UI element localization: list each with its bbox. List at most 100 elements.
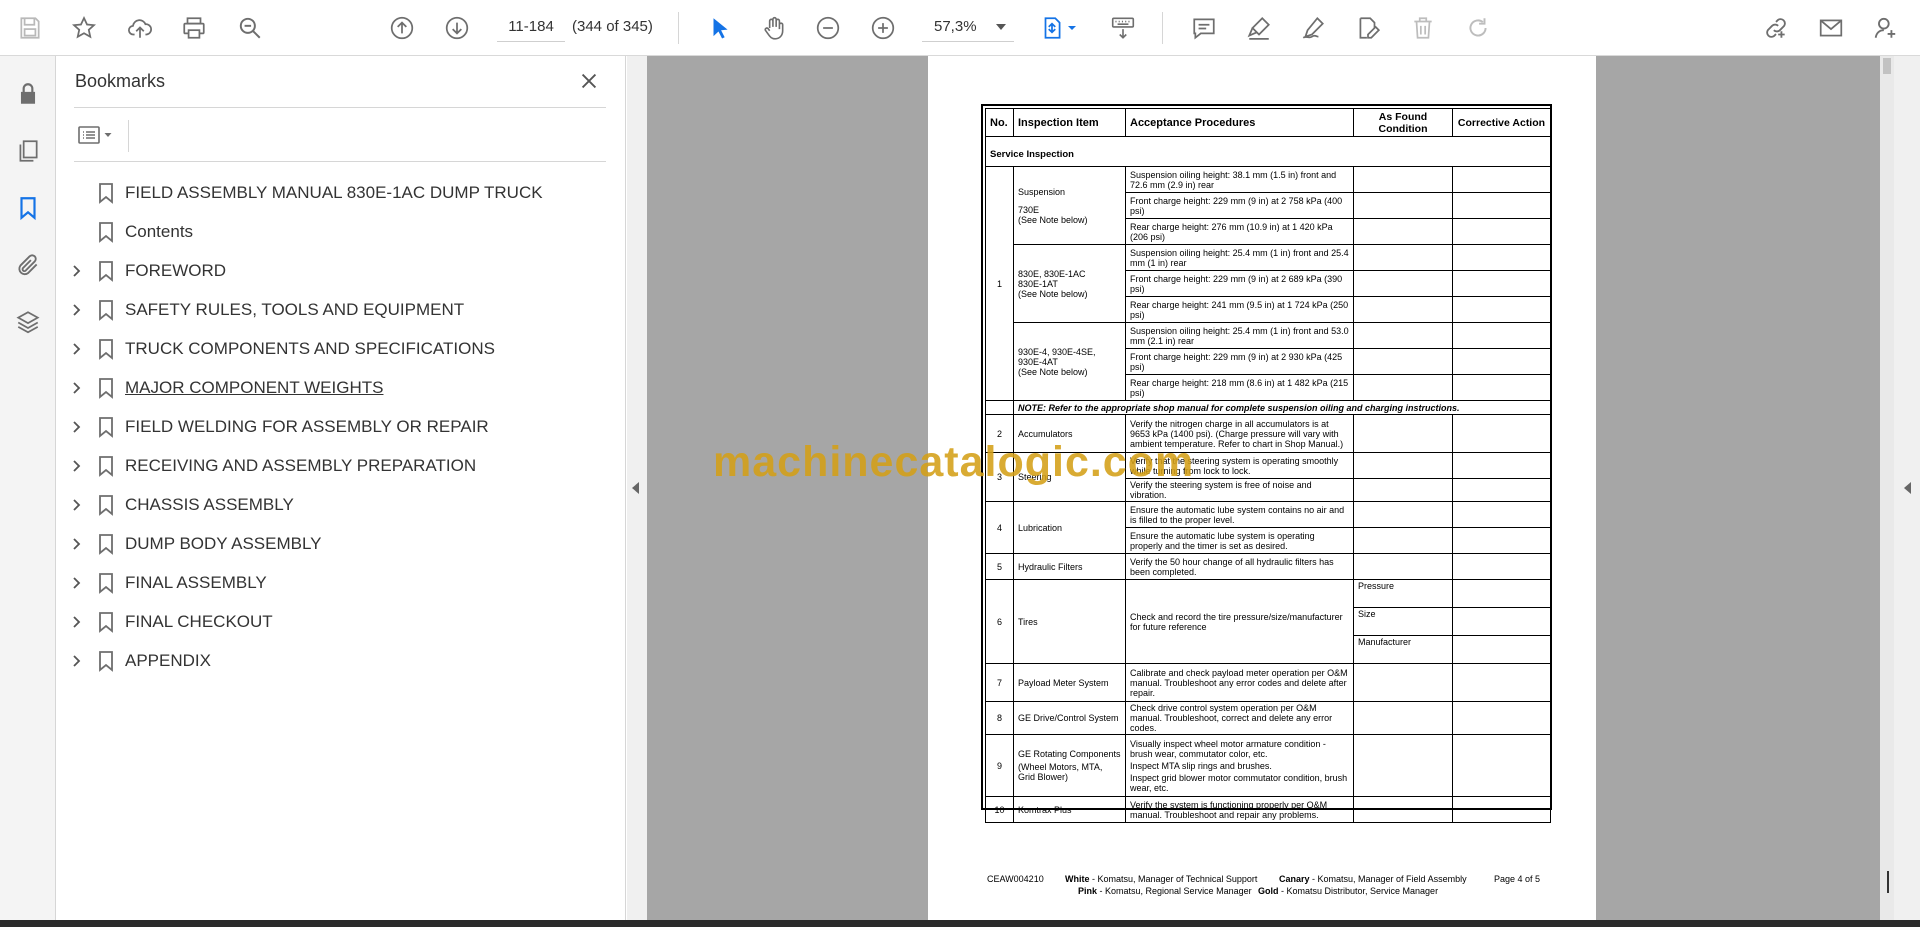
bookmark-item[interactable]: SAFETY RULES, TOOLS AND EQUIPMENT — [56, 295, 626, 325]
as-found-cell[interactable] — [1353, 701, 1453, 735]
chevron-right-icon[interactable] — [69, 537, 83, 551]
corrective-action-cell[interactable] — [1452, 701, 1551, 735]
keyboard-scroll-icon[interactable] — [1105, 10, 1141, 46]
as-found-cell[interactable] — [1353, 501, 1453, 528]
bookmark-item[interactable]: FIELD WELDING FOR ASSEMBLY OR REPAIR — [56, 412, 626, 442]
corrective-action-cell[interactable] — [1452, 192, 1551, 219]
bookmark-item[interactable]: MAJOR COMPONENT WEIGHTS — [56, 373, 626, 403]
tire-manufacturer-cell[interactable]: Manufacturer — [1353, 635, 1453, 664]
edit-text-icon[interactable] — [1350, 10, 1386, 46]
page-number-input[interactable] — [497, 12, 565, 42]
tire-pressure-cell[interactable]: Pressure — [1353, 579, 1453, 608]
corrective-action-cell[interactable] — [1452, 501, 1551, 528]
page-fit-chevron-icon[interactable] — [1064, 10, 1080, 46]
corrective-action-cell[interactable] — [1452, 296, 1551, 323]
as-found-cell[interactable] — [1353, 663, 1453, 702]
corrective-action-cell[interactable] — [1452, 218, 1551, 245]
corrective-action-cell[interactable] — [1452, 348, 1551, 375]
as-found-cell[interactable] — [1353, 244, 1453, 271]
chevron-right-icon[interactable] — [69, 576, 83, 590]
corrective-action-cell[interactable] — [1452, 478, 1551, 502]
bookmark-options-button[interactable] — [76, 120, 122, 150]
chevron-right-icon[interactable] — [69, 654, 83, 668]
corrective-action-cell[interactable] — [1452, 452, 1551, 479]
corrective-action-cell[interactable] — [1452, 734, 1551, 797]
bookmark-item[interactable]: CHASSIS ASSEMBLY — [56, 490, 626, 520]
chevron-right-icon[interactable] — [69, 615, 83, 629]
scrollbar-thumb[interactable] — [1883, 58, 1891, 74]
attachment-icon[interactable] — [10, 247, 46, 283]
bookmark-item[interactable]: Contents — [56, 217, 626, 247]
comment-icon[interactable] — [1186, 10, 1222, 46]
as-found-cell[interactable] — [1353, 348, 1453, 375]
bookmark-panel-icon[interactable] — [10, 190, 46, 226]
as-found-cell[interactable] — [1353, 218, 1453, 245]
as-found-cell[interactable] — [1353, 478, 1453, 502]
lock-icon[interactable] — [10, 76, 46, 112]
corrective-action-cell[interactable] — [1452, 270, 1551, 297]
zoom-out-icon[interactable] — [810, 10, 846, 46]
chevron-down-icon[interactable] — [996, 24, 1006, 30]
as-found-cell[interactable] — [1353, 527, 1453, 554]
bookmark-item[interactable]: FOREWORD — [56, 256, 626, 286]
vertical-scrollbar[interactable] — [1880, 56, 1894, 920]
corrective-action-cell[interactable] — [1452, 579, 1551, 608]
share-link-icon[interactable] — [1758, 10, 1794, 46]
close-icon[interactable] — [576, 68, 602, 94]
add-user-icon[interactable] — [1868, 10, 1904, 46]
left-panel-toggle[interactable] — [627, 56, 647, 920]
chevron-right-icon[interactable] — [69, 420, 83, 434]
as-found-cell[interactable] — [1353, 452, 1453, 479]
next-page-icon[interactable] — [439, 10, 475, 46]
corrective-action-cell[interactable] — [1452, 607, 1551, 636]
trash-icon[interactable] — [1405, 10, 1441, 46]
zoom-search-icon[interactable] — [232, 10, 268, 46]
print-icon[interactable] — [176, 10, 212, 46]
corrective-action-cell[interactable] — [1452, 374, 1551, 401]
redo-icon[interactable] — [1460, 10, 1496, 46]
email-icon[interactable] — [1813, 10, 1849, 46]
layers-icon[interactable] — [10, 304, 46, 340]
corrective-action-cell[interactable] — [1452, 322, 1551, 349]
bookmark-item[interactable]: FINAL ASSEMBLY — [56, 568, 626, 598]
as-found-cell[interactable] — [1353, 192, 1453, 219]
as-found-cell[interactable] — [1353, 553, 1453, 580]
zoom-in-icon[interactable] — [865, 10, 901, 46]
chevron-right-icon[interactable] — [69, 264, 83, 278]
corrective-action-cell[interactable] — [1452, 635, 1551, 664]
upload-cloud-icon[interactable] — [122, 10, 158, 46]
draw-pen-icon[interactable] — [1295, 10, 1331, 46]
save-icon[interactable] — [12, 10, 48, 46]
as-found-cell[interactable] — [1353, 270, 1453, 297]
bookmark-item[interactable]: FIELD ASSEMBLY MANUAL 830E-1AC DUMP TRUC… — [56, 178, 626, 208]
select-cursor-icon[interactable] — [702, 10, 738, 46]
as-found-cell[interactable] — [1353, 166, 1453, 193]
tire-size-cell[interactable]: Size — [1353, 607, 1453, 636]
hand-tool-icon[interactable] — [756, 10, 792, 46]
corrective-action-cell[interactable] — [1452, 527, 1551, 554]
corrective-action-cell[interactable] — [1452, 414, 1551, 453]
as-found-cell[interactable] — [1353, 374, 1453, 401]
bookmark-item[interactable]: APPENDIX — [56, 646, 626, 676]
bookmark-item[interactable]: FINAL CHECKOUT — [56, 607, 626, 637]
previous-page-icon[interactable] — [384, 10, 420, 46]
chevron-right-icon[interactable] — [69, 498, 83, 512]
chevron-right-icon[interactable] — [69, 381, 83, 395]
as-found-cell[interactable] — [1353, 414, 1453, 453]
chevron-right-icon[interactable] — [69, 342, 83, 356]
as-found-cell[interactable] — [1353, 734, 1453, 797]
corrective-action-cell[interactable] — [1452, 663, 1551, 702]
bookmark-item[interactable]: DUMP BODY ASSEMBLY — [56, 529, 626, 559]
corrective-action-cell[interactable] — [1452, 796, 1551, 823]
as-found-cell[interactable] — [1353, 322, 1453, 349]
bookmark-item[interactable]: RECEIVING AND ASSEMBLY PREPARATION — [56, 451, 626, 481]
corrective-action-cell[interactable] — [1452, 244, 1551, 271]
corrective-action-cell[interactable] — [1452, 166, 1551, 193]
corrective-action-cell[interactable] — [1452, 553, 1551, 580]
as-found-cell[interactable] — [1353, 296, 1453, 323]
bookmark-item[interactable]: TRUCK COMPONENTS AND SPECIFICATIONS — [56, 334, 626, 364]
page-thumbnails-icon[interactable] — [10, 133, 46, 169]
chevron-right-icon[interactable] — [69, 459, 83, 473]
highlight-pen-icon[interactable] — [1241, 10, 1277, 46]
chevron-right-icon[interactable] — [69, 303, 83, 317]
